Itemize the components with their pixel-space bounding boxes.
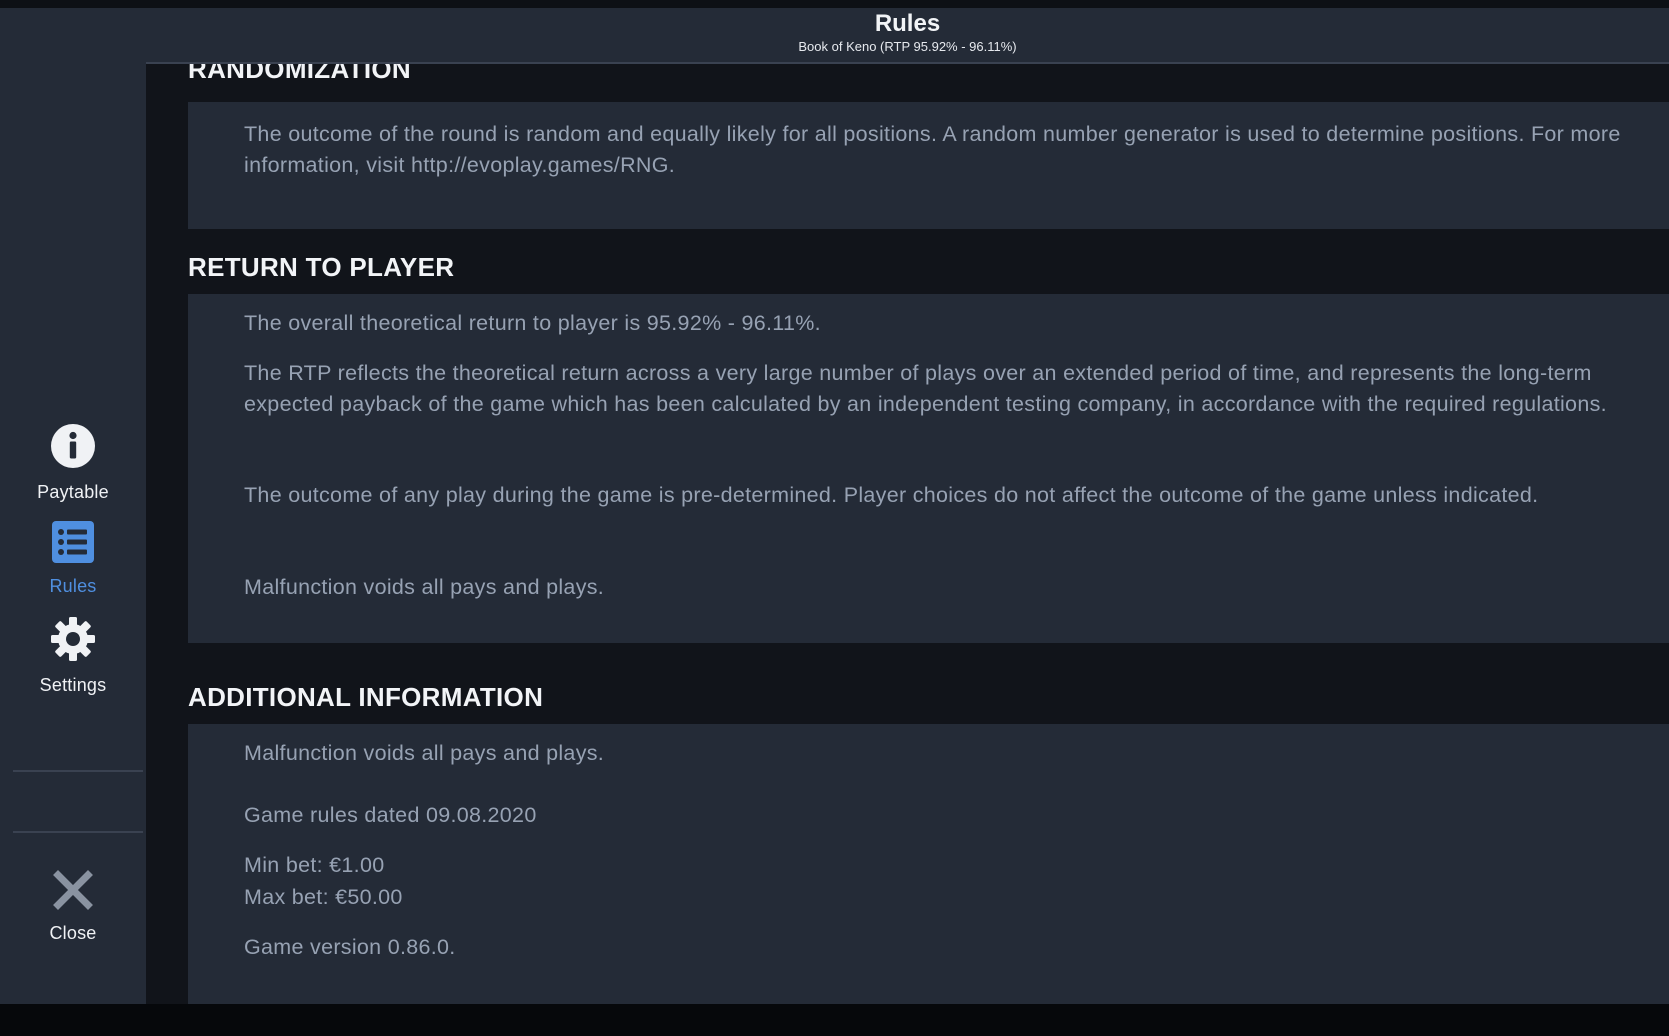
section-heading-randomization: RANDOMIZATION xyxy=(188,64,411,84)
section-heading-rtp: RETURN TO PLAYER xyxy=(188,252,455,282)
sidebar-item-settings[interactable]: Settings xyxy=(0,616,146,696)
paragraph: Game rules dated 09.08.2020 xyxy=(244,803,537,827)
gear-icon xyxy=(0,616,146,667)
sidebar-divider xyxy=(13,831,143,833)
paragraph: The outcome of any play during the game … xyxy=(244,483,1539,507)
list-icon xyxy=(0,521,146,568)
rules-screen: Paytable Rules Settings Close Rules Book… xyxy=(0,0,1669,1036)
info-icon xyxy=(0,423,146,474)
close-icon xyxy=(0,870,146,915)
paragraph: The RTP reflects the theoretical return … xyxy=(244,361,1607,416)
game-subtitle: Book of Keno (RTP 95.92% - 96.11%) xyxy=(798,39,1017,54)
sidebar-divider xyxy=(13,770,143,772)
section-heading-additional: ADDITIONAL INFORMATION xyxy=(188,682,544,712)
sidebar-item-rules[interactable]: Rules xyxy=(0,521,146,597)
sidebar-item-label: Paytable xyxy=(37,482,109,502)
sidebar: Paytable Rules Settings Close xyxy=(0,8,146,1004)
section-panel-randomization: The outcome of the round is random and e… xyxy=(188,102,1669,229)
header: Rules Book of Keno (RTP 95.92% - 96.11%) xyxy=(146,8,1669,64)
paragraph: Max bet: €50.00 xyxy=(244,885,403,909)
page-title: Rules xyxy=(874,10,941,37)
paragraph: The outcome of the round is random and e… xyxy=(244,122,1621,177)
rules-content[interactable]: RANDOMIZATION The outcome of the round i… xyxy=(146,64,1669,1004)
paragraph: Malfunction voids all pays and plays. xyxy=(244,741,605,765)
sidebar-item-label: Settings xyxy=(39,675,107,695)
sidebar-item-paytable[interactable]: Paytable xyxy=(0,423,146,503)
sidebar-item-label: Rules xyxy=(49,576,97,596)
paragraph: Malfunction voids all pays and plays. xyxy=(244,575,605,599)
section-panel-rtp: The overall theoretical return to player… xyxy=(188,294,1669,643)
paragraph: Game version 0.86.0. xyxy=(244,935,456,959)
close-button[interactable]: Close xyxy=(0,870,146,944)
section-panel-additional: Malfunction voids all pays and plays. Ga… xyxy=(188,724,1669,1004)
bottom-bar xyxy=(0,1004,1669,1036)
paragraph: Min bet: €1.00 xyxy=(244,853,385,877)
paragraph: The overall theoretical return to player… xyxy=(244,311,821,335)
main-panel: Rules Book of Keno (RTP 95.92% - 96.11%)… xyxy=(146,8,1669,1004)
close-label: Close xyxy=(49,923,97,943)
